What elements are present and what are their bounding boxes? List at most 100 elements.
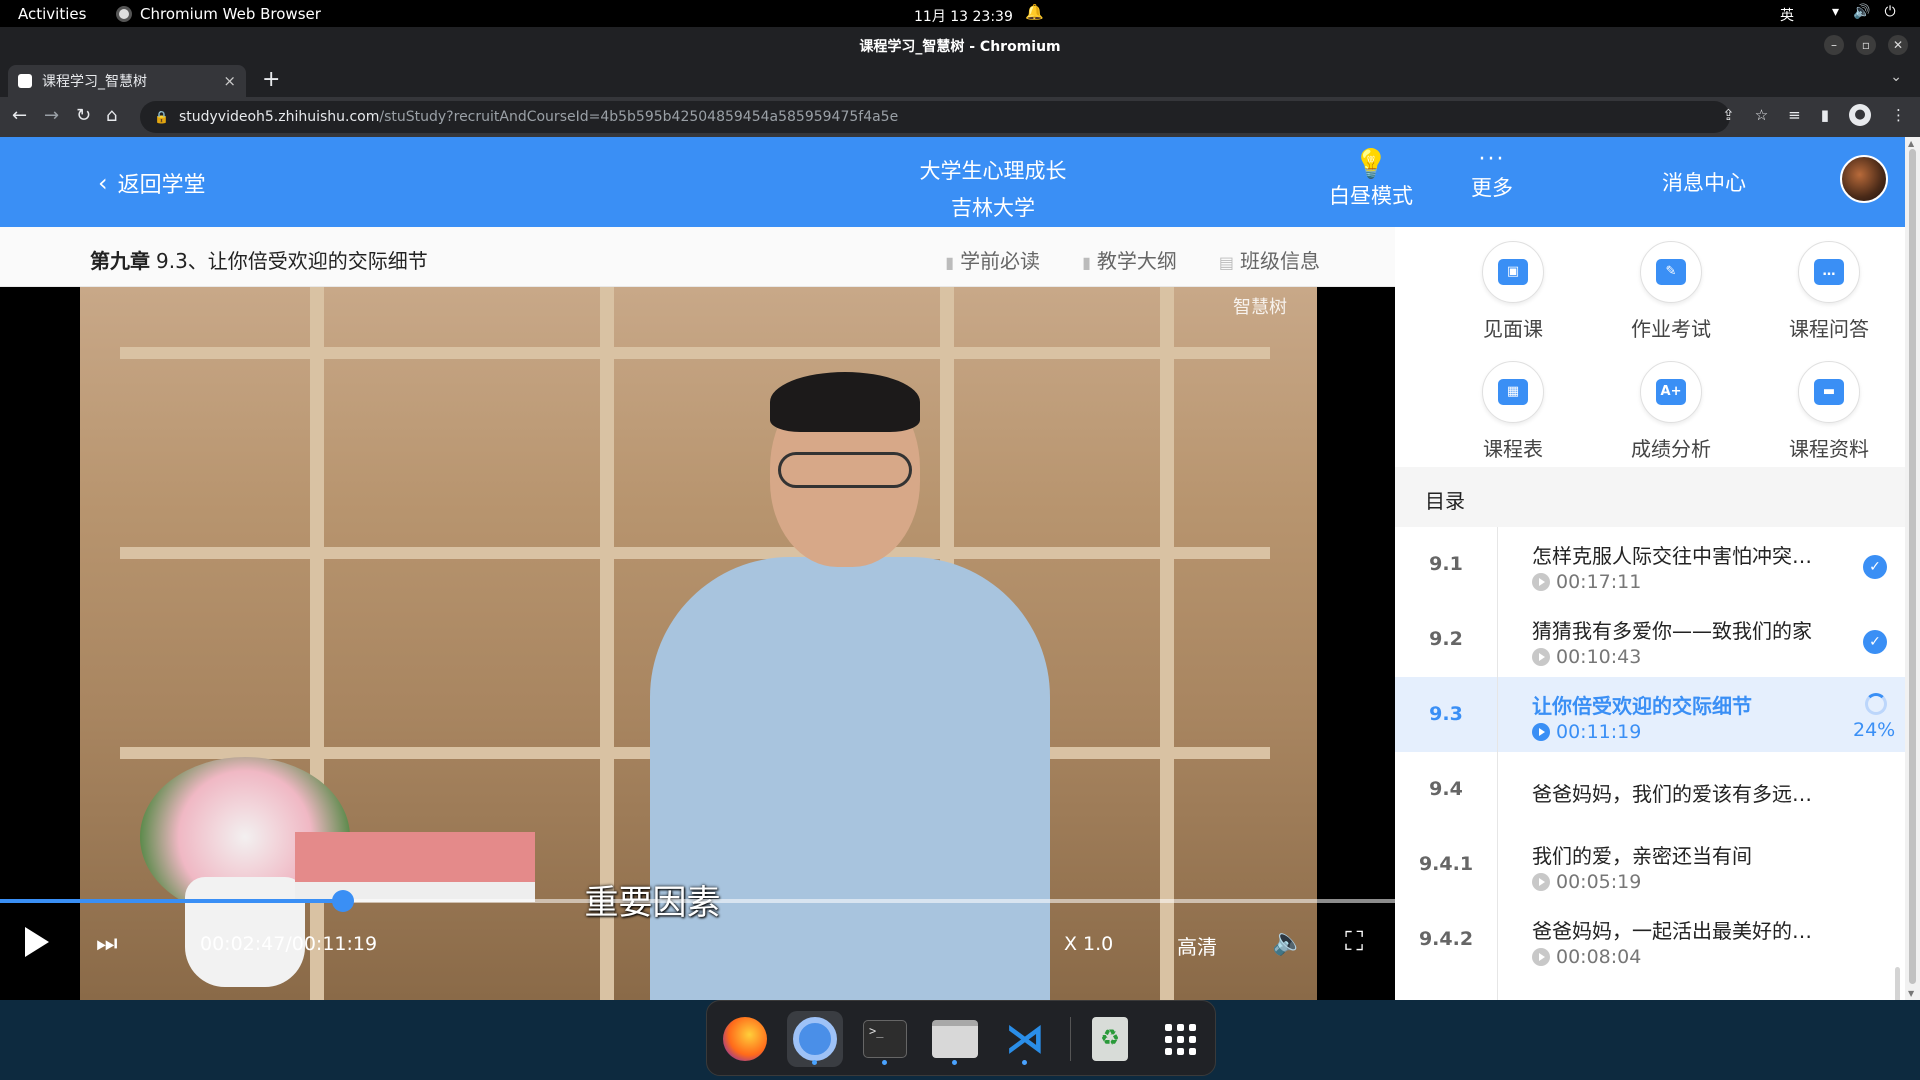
tab-search-icon[interactable]: ⌄ [1890, 69, 1902, 85]
url-host: studyvideoh5.zhihuishu.com [178, 109, 380, 125]
home-icon[interactable]: ⌂ [106, 105, 117, 126]
favicon-icon [18, 74, 32, 88]
reload-icon[interactable]: ↻ [76, 105, 91, 126]
tool-homework[interactable]: ✎ 作业考试 [1606, 241, 1736, 342]
clock[interactable]: 11月 13 23:39 [914, 6, 1013, 26]
maximize-button[interactable]: ▫ [1856, 35, 1876, 55]
video-player[interactable]: 智慧树 重要因素 ⏭ 00:02:47/00:11:19 X 1.0 高清 🔈 … [0, 287, 1395, 1000]
bell-icon[interactable]: 🔔 [1025, 3, 1044, 21]
more-dots-icon: ··· [1478, 147, 1506, 172]
lock-icon[interactable]: 🔒 [154, 110, 169, 124]
syllabus-link[interactable]: ▮ 教学大纲 [1082, 245, 1177, 274]
minimize-button[interactable]: – [1824, 35, 1844, 55]
chapter-lesson-title: 9.3、让你倍受欢迎的交际细节 [156, 249, 428, 273]
player-controls: ⏭ 00:02:47/00:11:19 X 1.0 高清 🔈 ⛶ [0, 917, 1395, 977]
more-button[interactable]: ··· 更多 [1462, 147, 1522, 202]
menu-dots-icon[interactable]: ⋮ [1891, 106, 1906, 126]
pre-study-link[interactable]: ▮ 学前必读 [945, 245, 1040, 274]
close-window-button[interactable]: ✕ [1888, 35, 1908, 55]
directory-title: 目录 [1425, 489, 1465, 513]
progress-handle[interactable] [332, 890, 355, 912]
tool-meeting[interactable]: ▣ 见面课 [1448, 241, 1578, 342]
avatar[interactable] [1840, 155, 1888, 203]
lesson-item-9-4-1[interactable]: 9.4.1 我们的爱，亲密还当有间 00:05:19 [1395, 827, 1905, 902]
homework-icon: ✎ [1656, 259, 1686, 285]
lesson-list-scrollbar[interactable] [1895, 967, 1900, 1000]
lesson-item-9-2[interactable]: 9.2 猜猜我有多爱你——致我们的家 00:10:43 ✓ [1395, 602, 1905, 677]
dock-app-grid[interactable] [1152, 1011, 1208, 1067]
back-to-school-button[interactable]: ‹ 返回学堂 [98, 167, 206, 199]
terminal-icon: >_ [863, 1020, 907, 1058]
completed-check-icon: ✓ [1863, 555, 1887, 579]
volume-icon[interactable]: 🔈 [1272, 927, 1304, 957]
video-progress-bar[interactable] [0, 890, 1395, 912]
day-mode-label: 白昼模式 [1329, 184, 1413, 208]
system-tray[interactable]: ▾ 🔊 ⏻ [1832, 4, 1896, 20]
scrollbar-thumb[interactable] [1909, 149, 1916, 984]
lesson-item-9-4[interactable]: 9.4 爸爸妈妈，我们的爱该有多远… [1395, 752, 1905, 827]
notice-icon: ▮ [945, 253, 955, 272]
window-title: 课程学习_智慧树 - Chromium [859, 39, 1061, 55]
play-small-icon [1532, 723, 1550, 741]
dock-chromium[interactable] [787, 1011, 843, 1067]
activities-button[interactable]: Activities [18, 5, 86, 23]
browser-tab[interactable]: 课程学习_智慧树 × [8, 65, 246, 97]
firefox-icon [723, 1017, 767, 1061]
lesson-item-9-1[interactable]: 9.1 怎样克服人际交往中害怕冲突… 00:17:11 ✓ [1395, 527, 1905, 602]
app-menu[interactable]: Chromium Web Browser [116, 5, 321, 23]
profile-icon[interactable]: ● [1849, 104, 1871, 126]
address-bar[interactable]: 🔒 studyvideoh5.zhihuishu.com /stuStudy?r… [140, 101, 1730, 133]
chapter-prefix: 第九章 [90, 249, 150, 273]
url-path: /stuStudy?recruitAndCourseId=4b5b595b425… [379, 109, 899, 125]
back-arrow-icon[interactable]: ← [12, 105, 27, 126]
dock-files[interactable] [927, 1011, 983, 1067]
next-icon[interactable]: ⏭ [96, 929, 118, 957]
class-info-link[interactable]: ▤ 班级信息 [1219, 245, 1320, 274]
forward-arrow-icon[interactable]: → [44, 105, 59, 126]
side-panel-icon[interactable]: ▮ [1821, 106, 1829, 126]
share-icon[interactable]: ⇪ [1722, 106, 1735, 126]
play-icon[interactable] [25, 927, 49, 957]
browser-toolbar: ← → ↻ ⌂ 🔒 studyvideoh5.zhihuishu.com /st… [0, 97, 1920, 137]
message-center-link[interactable]: 消息中心 [1662, 167, 1746, 197]
lesson-item-9-3[interactable]: 9.3 让你倍受欢迎的交际细节 00:11:19 24% [1395, 677, 1905, 752]
lightbulb-icon: 💡 [1353, 147, 1389, 180]
chevron-left-icon: ‹ [98, 169, 108, 197]
chapter-title: 第九章 9.3、让你倍受欢迎的交际细节 [90, 245, 428, 274]
tool-materials[interactable]: ▬ 课程资料 [1764, 361, 1894, 462]
day-mode-button[interactable]: 💡 白昼模式 [1326, 147, 1416, 210]
input-method-indicator[interactable]: 英 [1780, 5, 1794, 25]
reading-list-icon[interactable]: ≡ [1788, 106, 1801, 126]
tool-grades[interactable]: A+ 成绩分析 [1606, 361, 1736, 462]
tab-close-icon[interactable]: × [223, 72, 236, 90]
chromium-icon [116, 6, 132, 22]
lesson-progress-percent: 24% [1853, 719, 1896, 741]
lesson-item-9-4-2[interactable]: 9.4.2 爸爸妈妈，一起活出最美好的… 00:08:04 [1395, 902, 1905, 977]
trash-icon: ♻ [1092, 1017, 1128, 1061]
time-display: 00:02:47/00:11:19 [200, 933, 378, 955]
dock-terminal[interactable]: >_ [857, 1011, 913, 1067]
tool-qa[interactable]: … 课程问答 [1764, 241, 1894, 342]
dock-firefox[interactable] [717, 1011, 773, 1067]
vscode-icon: ⋊ [1005, 1016, 1045, 1062]
quality-button[interactable]: 高清 [1177, 931, 1217, 960]
page-scrollbar[interactable]: ▲ ▼ [1905, 137, 1920, 1000]
scroll-down-icon[interactable]: ▼ [1908, 989, 1914, 998]
course-header: ‹ 返回学堂 大学生心理成长 吉林大学 💡 白昼模式 ··· 更多 消息中心 [0, 137, 1905, 227]
new-tab-button[interactable]: + [262, 67, 280, 92]
school-name: 吉林大学 [951, 196, 1035, 220]
grade-icon: A+ [1656, 379, 1686, 405]
tool-schedule[interactable]: ▦ 课程表 [1448, 361, 1578, 462]
play-small-icon [1532, 873, 1550, 891]
scroll-up-icon[interactable]: ▲ [1908, 139, 1914, 148]
qa-icon: … [1814, 259, 1844, 285]
app-grid-icon [1164, 1023, 1196, 1055]
directory-header: 目录 [1395, 467, 1905, 527]
bookmark-star-icon[interactable]: ☆ [1755, 106, 1768, 126]
completed-check-icon: ✓ [1863, 630, 1887, 654]
dock-vscode[interactable]: ⋊ [997, 1011, 1053, 1067]
dock-trash[interactable]: ♻ [1082, 1011, 1138, 1067]
lesson-list: 9.1 怎样克服人际交往中害怕冲突… 00:17:11 ✓ 9.2 猜猜我有多爱… [1395, 527, 1905, 1000]
playback-speed-button[interactable]: X 1.0 [1064, 933, 1113, 955]
fullscreen-icon[interactable]: ⛶ [1345, 927, 1363, 958]
